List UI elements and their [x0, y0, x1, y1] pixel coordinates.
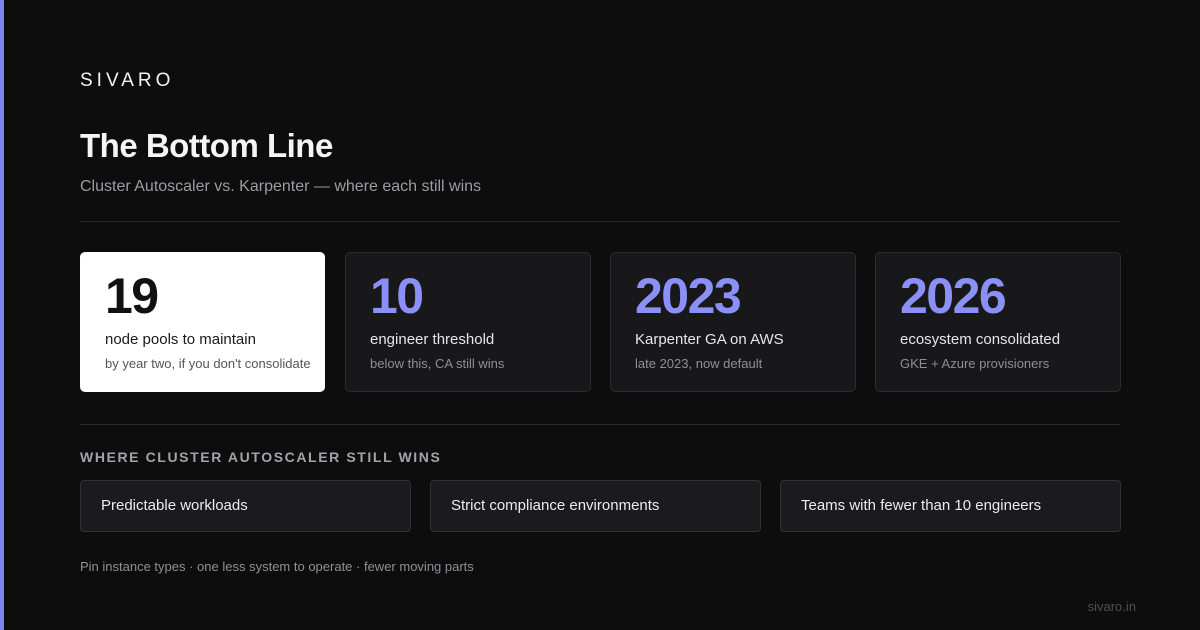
- stat-label: node pools to maintain: [105, 331, 256, 348]
- stat-label: engineer threshold: [370, 331, 495, 348]
- stat-note: GKE + Azure provisioners: [900, 356, 1050, 371]
- stat-note: late 2023, now default: [635, 356, 763, 371]
- accent-bar: [0, 0, 4, 630]
- win-card-small-teams: Teams with fewer than 10 engineers: [780, 480, 1121, 532]
- stat-label: Karpenter GA on AWS: [635, 331, 784, 348]
- brand-logo: SIVARO: [80, 70, 175, 91]
- site-url: sivaro.in: [1087, 599, 1136, 614]
- win-card-predictable-workloads: Predictable workloads: [80, 480, 411, 532]
- divider-middle: [80, 424, 1120, 425]
- stats-row: 19 node pools to maintain by year two, i…: [80, 252, 1121, 392]
- page-subtitle: Cluster Autoscaler vs. Karpenter — where…: [80, 178, 482, 195]
- divider-top: [80, 221, 1120, 222]
- page-title: The Bottom Line: [80, 127, 333, 164]
- wins-list: Predictable workloads Strict compliance …: [80, 480, 1121, 532]
- stat-value: 2026: [900, 268, 1007, 324]
- stat-note: by year two, if you don't consolidate: [105, 356, 311, 371]
- stat-label: ecosystem consolidated: [900, 331, 1061, 348]
- stat-value: 19: [105, 268, 159, 324]
- win-card-compliance: Strict compliance environments: [430, 480, 761, 532]
- stat-note: below this, CA still wins: [370, 356, 505, 371]
- section-heading: WHERE CLUSTER AUTOSCALER STILL WINS: [80, 449, 442, 465]
- stat-card-karpenter-ga: 2023 Karpenter GA on AWS late 2023, now …: [610, 252, 856, 392]
- stat-card-ecosystem: 2026 ecosystem consolidated GKE + Azure …: [875, 252, 1121, 392]
- stat-card-engineer-threshold: 10 engineer threshold below this, CA sti…: [345, 252, 591, 392]
- stat-value: 2023: [635, 268, 742, 324]
- slide: SIVARO The Bottom Line Cluster Autoscale…: [0, 0, 1200, 630]
- stat-card-node-pools: 19 node pools to maintain by year two, i…: [80, 252, 325, 392]
- stat-value: 10: [370, 268, 424, 324]
- footnote: Pin instance types · one less system to …: [80, 559, 474, 574]
